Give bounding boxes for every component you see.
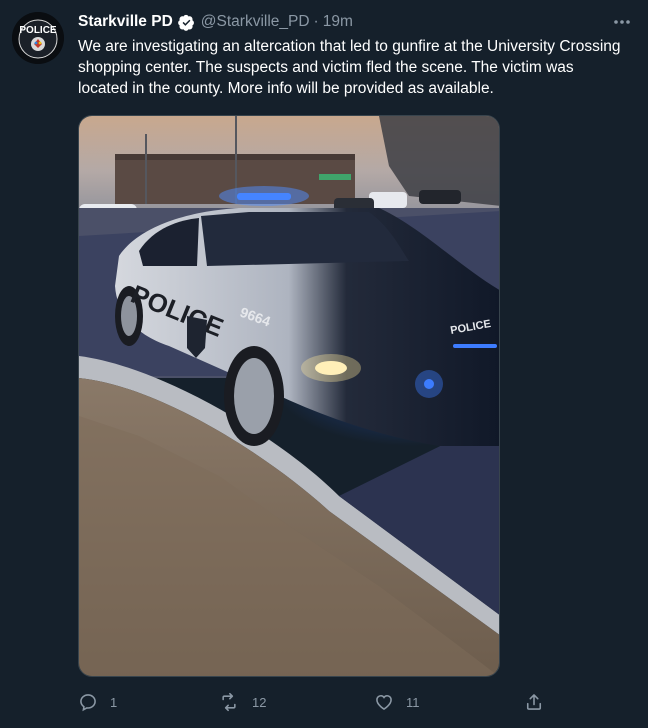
retweet-count: 12 [252, 694, 267, 710]
tweet-header: Starkville PD @Starkville_PD · 19m [78, 12, 628, 32]
author-avatar[interactable]: POLICE [12, 12, 64, 64]
reply-count: 1 [110, 694, 118, 710]
retweet-button[interactable]: 12 [218, 690, 266, 714]
reply-button[interactable]: 1 [78, 690, 117, 714]
like-icon [376, 694, 392, 711]
avatar-badge-text: POLICE [19, 25, 57, 36]
police-car-photo: POLICE 9664 POLICE [79, 116, 499, 676]
author-handle[interactable]: @Starkville_PD [201, 13, 310, 31]
more-options-icon[interactable] [610, 10, 634, 34]
verified-badge-icon [177, 14, 195, 31]
retweet-icon [222, 692, 236, 712]
author-name[interactable]: Starkville PD [78, 13, 173, 31]
tweet-timestamp[interactable]: 19m [323, 13, 353, 31]
share-button[interactable] [524, 690, 556, 714]
like-count: 11 [406, 694, 420, 710]
tweet-text: We are investigating an altercation that… [78, 38, 621, 97]
header-separator: · [313, 13, 319, 30]
tweet-actions: 1 12 11 [78, 690, 548, 714]
tweet: POLICE Starkville PD @Starkville_PD · 19… [0, 0, 648, 728]
like-button[interactable]: 11 [374, 690, 420, 714]
reply-icon [80, 694, 96, 712]
police-badge-logo: POLICE [12, 12, 64, 64]
share-icon [526, 694, 542, 710]
tweet-photo[interactable]: POLICE 9664 POLICE [78, 115, 500, 677]
